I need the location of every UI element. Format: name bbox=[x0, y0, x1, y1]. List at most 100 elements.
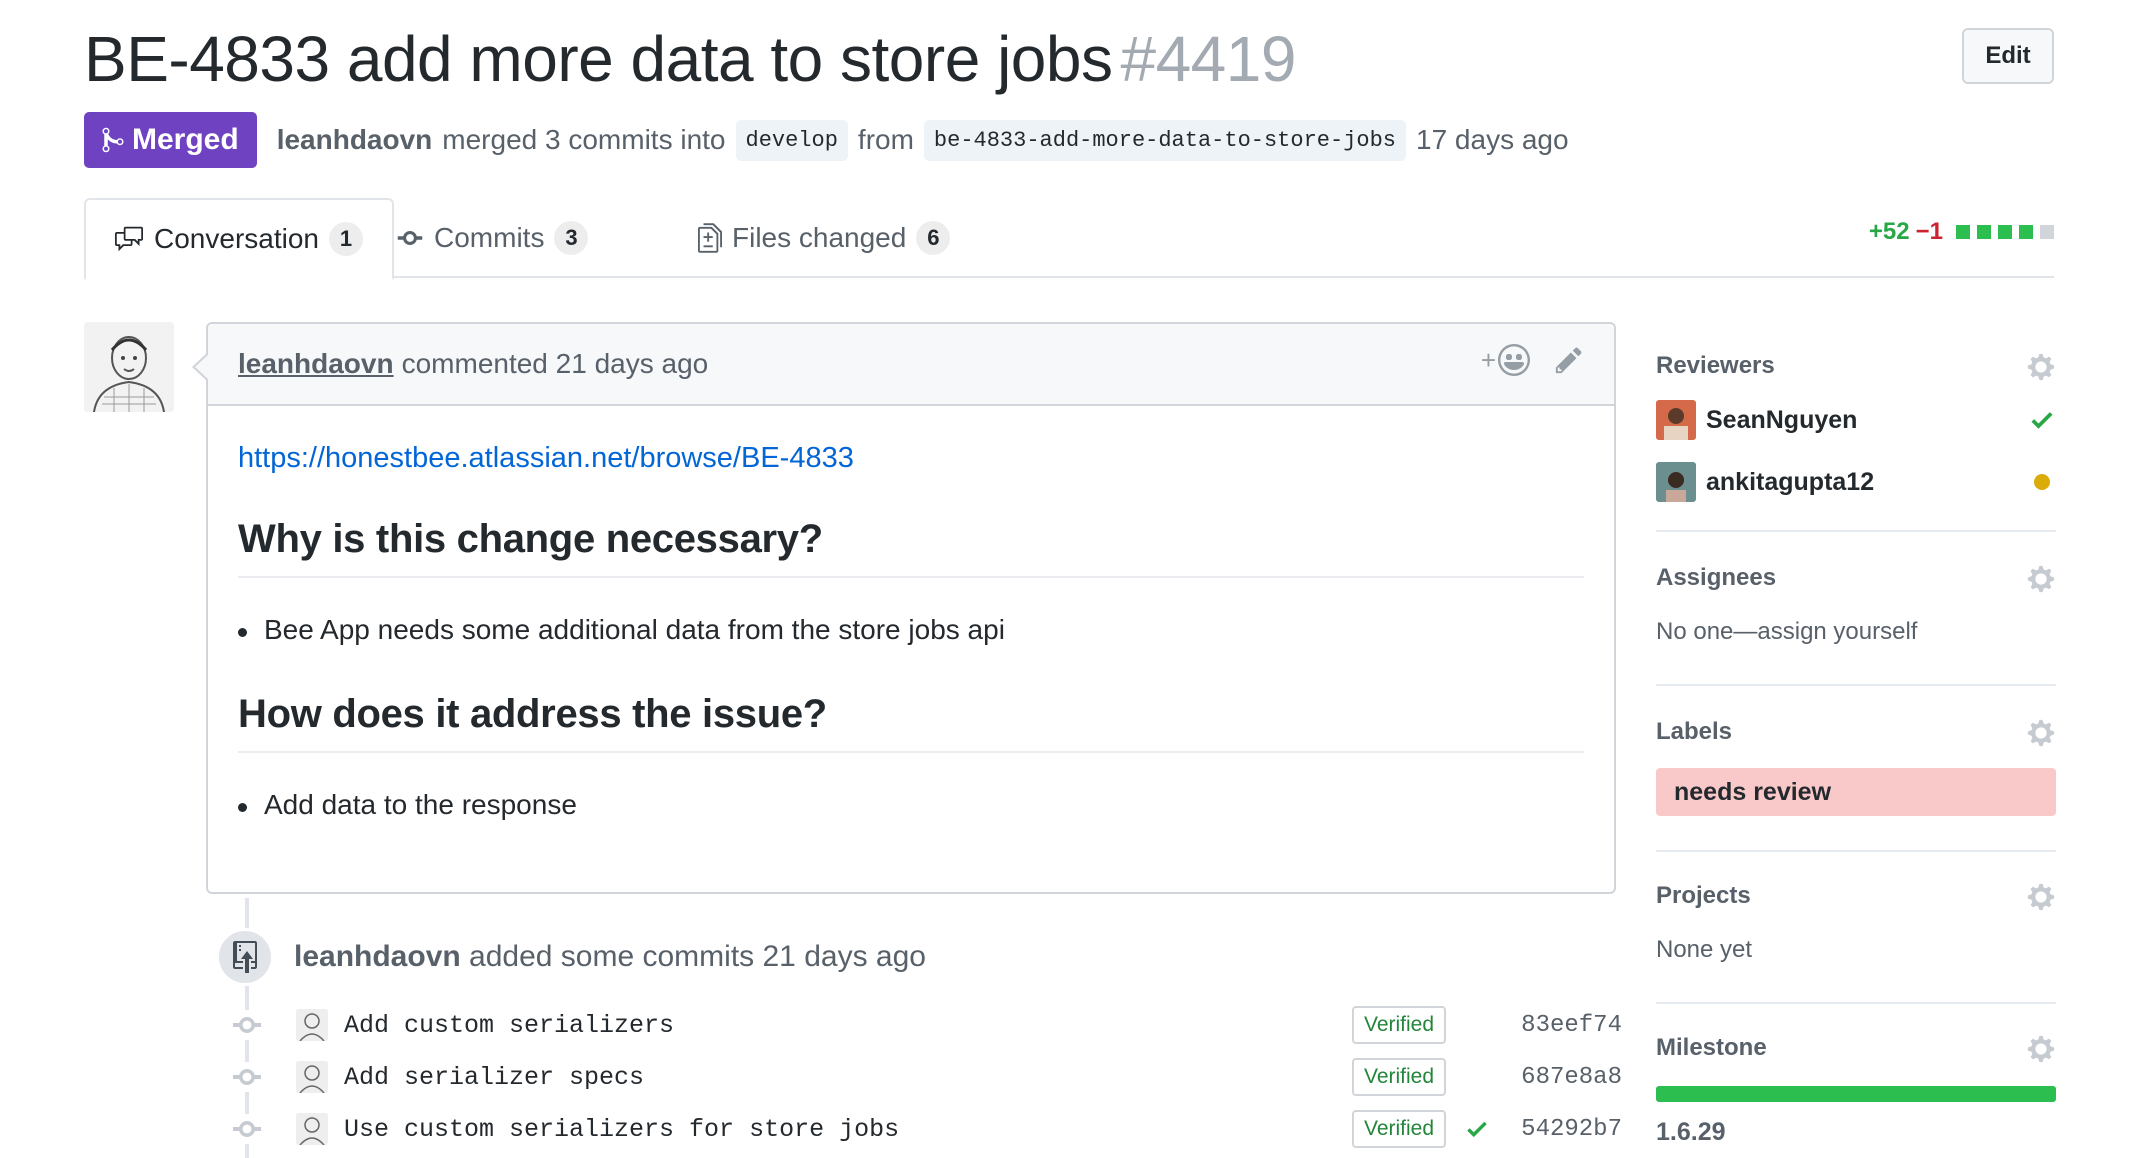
pr-number: #4419 bbox=[1120, 23, 1296, 95]
check-icon[interactable] bbox=[1464, 1116, 1490, 1142]
diffstat-block-added bbox=[1998, 225, 2012, 239]
commit-row: Add serializer specs Verified 687e8a8 bbox=[232, 1057, 1622, 1097]
pr-tabs: Conversation 1 Commits 3 Files changed 6… bbox=[84, 198, 2054, 280]
tab-conversation-label: Conversation bbox=[154, 223, 319, 254]
reviewers-title: Reviewers bbox=[1656, 352, 1775, 379]
projects-heading: Projects bbox=[1656, 876, 2056, 916]
commit-message-link[interactable]: Add custom serializers bbox=[344, 1011, 674, 1040]
pr-meta: Merged leanhdaovn merged 3 commits into … bbox=[84, 112, 1579, 168]
divider bbox=[1656, 684, 2056, 686]
push-author-link[interactable]: leanhdaovn bbox=[294, 940, 461, 973]
avatar[interactable] bbox=[296, 1061, 328, 1093]
milestone-section: Milestone 1.6.29 bbox=[1656, 1028, 2056, 1147]
commit-row: Add custom serializers Verified 83eef74 bbox=[232, 1005, 1622, 1045]
reviewer-name: SeanNguyen bbox=[1706, 405, 1858, 434]
tab-files-changed-label: Files changed bbox=[732, 222, 907, 253]
avatar bbox=[1656, 462, 1696, 502]
reviewers-section: Reviewers SeanNguyen ankitagupta12 bbox=[1656, 346, 2056, 502]
comment-header: leanhdaovn commented 21 days ago + bbox=[208, 324, 1614, 406]
labels-section: Labels needs review bbox=[1656, 712, 2056, 816]
commit-row: Use custom serializers for store jobs Ve… bbox=[232, 1109, 1622, 1149]
git-commit-icon bbox=[397, 231, 423, 245]
avatar bbox=[1656, 400, 1696, 440]
comment-body: https://honestbee.atlassian.net/browse/B… bbox=[208, 406, 1614, 851]
heading-why: Why is this change necessary? bbox=[238, 517, 1584, 578]
milestone-progress-track bbox=[1656, 1086, 2056, 1102]
assignees-heading: Assignees bbox=[1656, 558, 2056, 598]
pr-title: BE-4833 add more data to store jobs #4419 bbox=[84, 22, 1296, 96]
diffstat: +52 −1 bbox=[1869, 218, 2054, 246]
comment-discussion-icon bbox=[115, 226, 143, 252]
commit-message-link[interactable]: Add serializer specs bbox=[344, 1063, 644, 1092]
tab-commits-label: Commits bbox=[434, 222, 545, 253]
commit-sha-link[interactable]: 83eef74 bbox=[1521, 1012, 1622, 1039]
diffstat-deletions: −1 bbox=[1915, 218, 1943, 245]
divider bbox=[1656, 530, 2056, 532]
user-sketch-avatar-icon bbox=[84, 322, 174, 412]
jira-link[interactable]: https://honestbee.atlassian.net/browse/B… bbox=[238, 442, 1584, 475]
merge-time: 17 days ago bbox=[1416, 124, 1569, 155]
git-merge-icon bbox=[102, 127, 124, 153]
projects-title: Projects bbox=[1656, 882, 1751, 909]
avatar[interactable] bbox=[84, 322, 174, 412]
gear-icon[interactable] bbox=[2026, 564, 2056, 594]
avatar[interactable] bbox=[296, 1113, 328, 1145]
git-commit-icon bbox=[232, 1010, 262, 1040]
merger-link[interactable]: leanhdaovn bbox=[277, 124, 433, 156]
gear-icon[interactable] bbox=[2026, 718, 2056, 748]
label-needs-review[interactable]: needs review bbox=[1656, 768, 2056, 816]
reviewer-item[interactable]: SeanNguyen bbox=[1656, 400, 2056, 440]
git-commit-icon bbox=[232, 1062, 262, 1092]
assignees-title: Assignees bbox=[1656, 564, 1777, 591]
assign-yourself-link[interactable]: No one—assign yourself bbox=[1656, 618, 2056, 646]
pending-dot-icon bbox=[2034, 474, 2050, 490]
gear-icon[interactable] bbox=[2026, 882, 2056, 912]
tab-commits-count: 3 bbox=[554, 221, 589, 255]
comment-author-link[interactable]: leanhdaovn bbox=[238, 348, 394, 380]
comment-box: leanhdaovn commented 21 days ago + https… bbox=[192, 322, 1616, 894]
milestone-heading: Milestone bbox=[1656, 1028, 2056, 1068]
tab-commits[interactable]: Commits 3 bbox=[396, 198, 589, 278]
verified-badge[interactable]: Verified bbox=[1352, 1058, 1447, 1096]
push-event: leanhdaovn added some commits 21 days ag… bbox=[216, 928, 926, 986]
tab-files-changed-count: 6 bbox=[916, 221, 951, 255]
smiley-icon bbox=[1498, 344, 1530, 376]
add-reaction-button[interactable]: + bbox=[1481, 344, 1530, 376]
pencil-icon[interactable] bbox=[1554, 345, 1584, 375]
merged-text: merged 3 commits into bbox=[442, 124, 726, 155]
tab-conversation-count: 1 bbox=[328, 222, 363, 256]
repo-push-icon bbox=[216, 928, 274, 986]
verified-badge[interactable]: Verified bbox=[1352, 1006, 1447, 1044]
git-commit-icon bbox=[232, 1114, 262, 1144]
tab-files-changed[interactable]: Files changed 6 bbox=[698, 198, 951, 278]
tab-conversation[interactable]: Conversation 1 bbox=[84, 198, 394, 280]
labels-title: Labels bbox=[1656, 718, 1733, 745]
from-text: from bbox=[857, 124, 914, 155]
diffstat-block-neutral bbox=[2040, 225, 2054, 239]
commit-sha-link[interactable]: 687e8a8 bbox=[1521, 1064, 1622, 1091]
edit-button[interactable]: Edit bbox=[1962, 28, 2054, 84]
base-branch[interactable]: develop bbox=[735, 119, 848, 161]
verified-badge[interactable]: Verified bbox=[1352, 1110, 1447, 1148]
divider bbox=[1656, 850, 2056, 852]
comment-action: commented 21 days ago bbox=[401, 348, 709, 379]
diffstat-additions: +52 bbox=[1868, 218, 1910, 245]
milestone-name-link[interactable]: 1.6.29 bbox=[1656, 1118, 2056, 1147]
avatar[interactable] bbox=[296, 1009, 328, 1041]
commit-message-link[interactable]: Use custom serializers for store jobs bbox=[344, 1115, 899, 1144]
heading-how: How does it address the issue? bbox=[238, 692, 1584, 753]
milestone-title: Milestone bbox=[1656, 1034, 1767, 1061]
commit-sha-link[interactable]: 54292b7 bbox=[1521, 1116, 1622, 1143]
merged-status-badge: Merged bbox=[84, 112, 257, 168]
gear-icon[interactable] bbox=[2026, 352, 2056, 382]
reaction-plus: + bbox=[1480, 344, 1496, 375]
reviewers-heading: Reviewers bbox=[1656, 346, 2056, 386]
list-item: Bee App needs some additional data from … bbox=[238, 614, 1584, 646]
file-diff-icon bbox=[698, 223, 722, 253]
divider bbox=[1656, 1002, 2056, 1004]
head-branch[interactable]: be-4833-add-more-data-to-store-jobs bbox=[923, 119, 1406, 161]
gear-icon[interactable] bbox=[2026, 1034, 2056, 1064]
check-icon bbox=[2031, 412, 2053, 429]
reviewer-item[interactable]: ankitagupta12 bbox=[1656, 462, 2056, 502]
comment-actions: + bbox=[1481, 344, 1584, 376]
